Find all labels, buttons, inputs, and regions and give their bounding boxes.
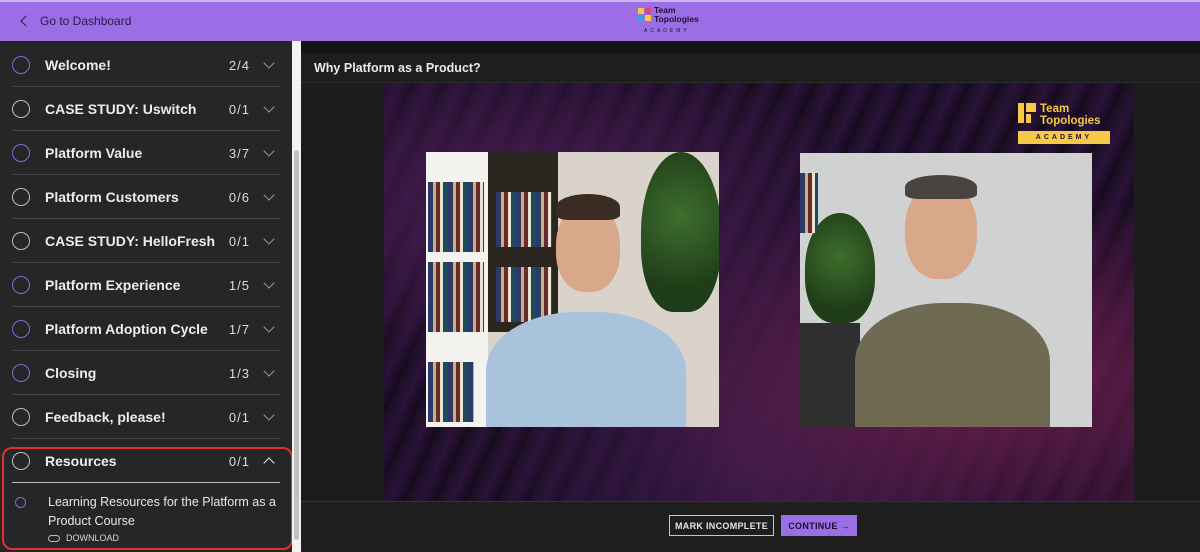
progress-ring-icon — [12, 276, 30, 294]
sidebar-scrollbar-thumb[interactable] — [294, 150, 299, 540]
section-title: Platform Adoption Cycle — [45, 321, 208, 337]
section-title: Platform Experience — [45, 277, 181, 293]
section-count: 3/7 — [228, 146, 250, 161]
video-player[interactable]: Team Topologies ACADEMY — [384, 83, 1134, 501]
logo-mark-icon — [638, 8, 652, 22]
logo-subtext: ACADEMY — [644, 28, 690, 34]
progress-ring-icon — [12, 56, 30, 74]
section-count: 1/7 — [228, 322, 250, 337]
chevron-down-icon — [263, 233, 275, 245]
section-case-study-uswitch[interactable]: CASE STUDY: Uswitch 0/1 — [0, 87, 292, 131]
section-platform-adoption-cycle[interactable]: Platform Adoption Cycle 1/7 — [0, 307, 292, 351]
section-closing[interactable]: Closing 1/3 — [0, 351, 292, 395]
mark-incomplete-button[interactable]: MARK INCOMPLETE — [669, 515, 774, 536]
section-count: 0/1 — [228, 410, 250, 425]
academy-logo[interactable]: Team Topologies ACADEMY — [638, 6, 708, 38]
video-logo-mark-icon — [1018, 103, 1036, 123]
section-count: 2/4 — [228, 58, 250, 73]
logo-text: Team Topologies — [654, 5, 699, 24]
section-platform-value[interactable]: Platform Value 3/7 — [0, 131, 292, 175]
go-to-dashboard-label: Go to Dashboard — [40, 14, 132, 28]
chevron-down-icon — [263, 101, 275, 113]
section-title: Feedback, please! — [45, 409, 166, 425]
section-case-study-hellofresh[interactable]: CASE STUDY: HelloFresh 0/1 — [0, 219, 292, 263]
chevron-left-icon — [20, 15, 32, 27]
section-title: CASE STUDY: Uswitch — [45, 101, 197, 117]
progress-ring-icon — [12, 144, 30, 162]
section-count: 0/6 — [228, 190, 250, 205]
chevron-down-icon — [263, 365, 275, 377]
top-bar: Go to Dashboard Team Topologies ACADEMY — [0, 0, 1200, 41]
progress-ring-icon — [12, 364, 30, 382]
section-count: 0/1 — [228, 234, 250, 249]
lesson-footer: MARK INCOMPLETE CONTINUE → — [301, 501, 1200, 552]
video-logo-text: Team Topologies — [1040, 103, 1101, 127]
lesson-header: Why Platform as a Product? — [301, 53, 1200, 83]
chevron-down-icon — [263, 57, 275, 69]
section-title: Closing — [45, 365, 97, 381]
progress-ring-icon — [12, 100, 30, 118]
video-logo-subtext: ACADEMY — [1018, 131, 1110, 144]
video-logo: Team Topologies ACADEMY — [1018, 103, 1110, 145]
section-title: Platform Value — [45, 145, 143, 161]
content-top-strip — [301, 41, 1200, 53]
section-welcome[interactable]: Welcome! 2/4 — [0, 43, 292, 87]
progress-ring-icon — [12, 408, 30, 426]
section-count: 1/5 — [228, 278, 250, 293]
section-title: Welcome! — [45, 57, 111, 73]
section-title: CASE STUDY: HelloFresh — [45, 233, 216, 249]
highlight-outline — [2, 447, 293, 550]
chevron-down-icon — [263, 277, 275, 289]
chevron-down-icon — [263, 145, 275, 157]
progress-ring-icon — [12, 188, 30, 206]
speaker-right-video — [800, 153, 1092, 427]
lesson-heading: Why Platform as a Product? — [314, 61, 481, 75]
lesson-content: Why Platform as a Product? Team Topologi… — [301, 41, 1200, 552]
section-platform-customers[interactable]: Platform Customers 0/6 — [0, 175, 292, 219]
section-feedback[interactable]: Feedback, please! 0/1 — [0, 395, 292, 439]
section-title: Platform Customers — [45, 189, 179, 205]
chevron-down-icon — [263, 409, 275, 421]
chevron-down-icon — [263, 189, 275, 201]
go-to-dashboard-link[interactable]: Go to Dashboard — [20, 14, 132, 28]
section-count: 1/3 — [228, 366, 250, 381]
section-platform-experience[interactable]: Platform Experience 1/5 — [0, 263, 292, 307]
progress-ring-icon — [12, 232, 30, 250]
continue-button[interactable]: CONTINUE → — [781, 515, 857, 536]
section-count: 0/1 — [228, 102, 250, 117]
speaker-left-video — [426, 152, 719, 427]
progress-ring-icon — [12, 320, 30, 338]
chevron-down-icon — [263, 321, 275, 333]
